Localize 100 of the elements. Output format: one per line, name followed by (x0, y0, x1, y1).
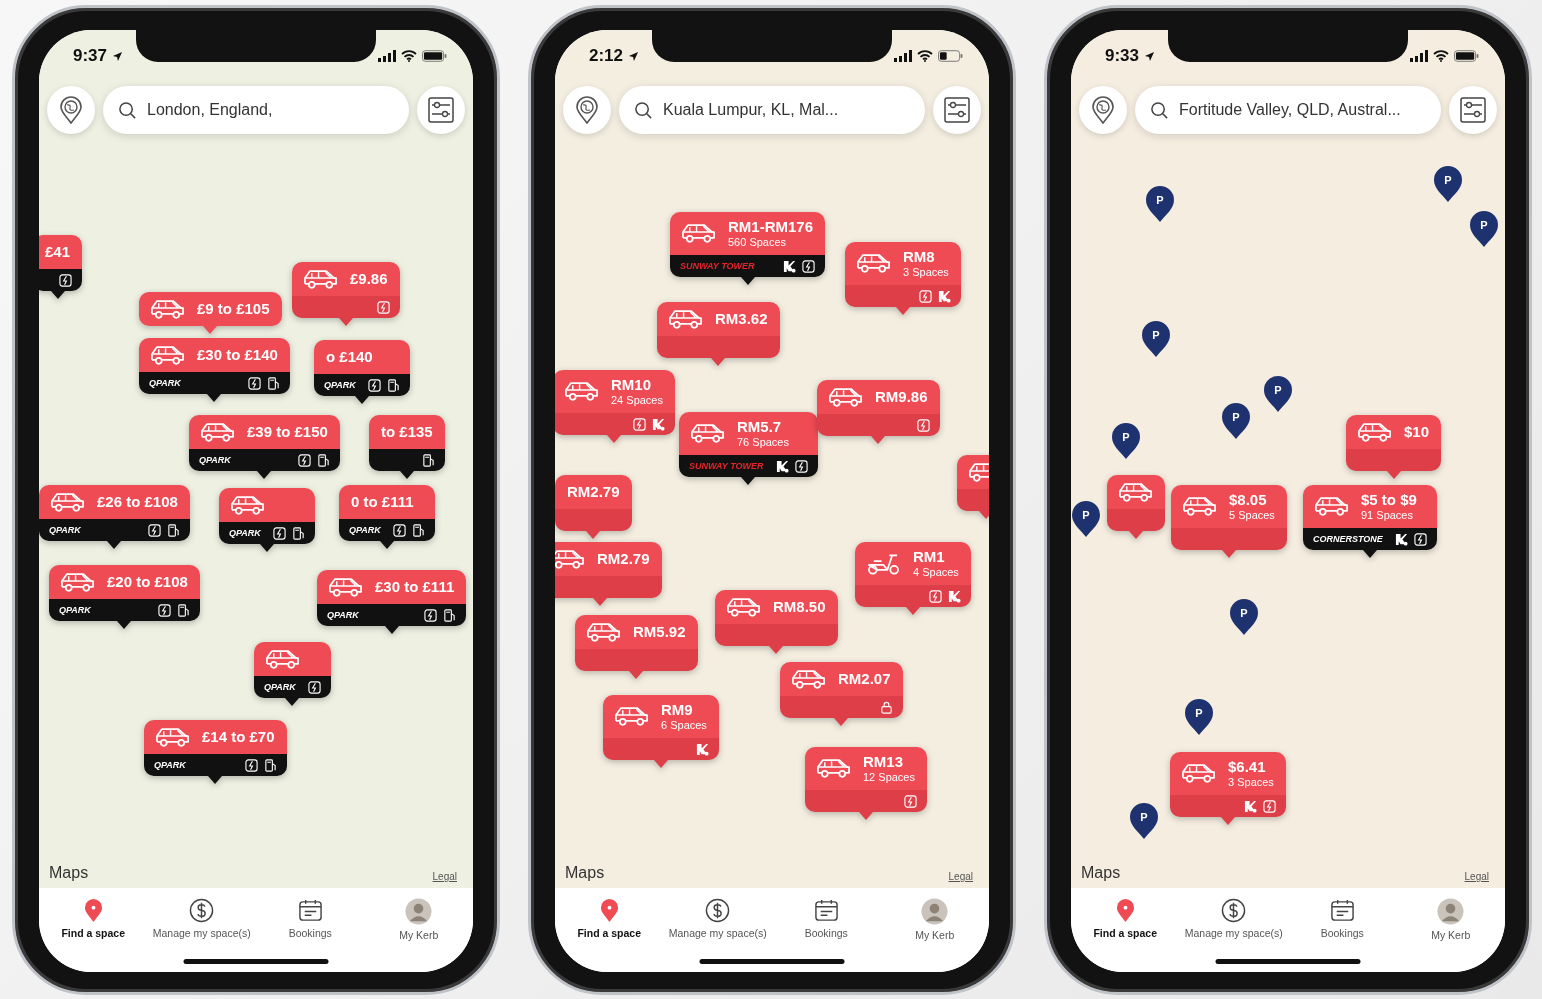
price-label: RM2.79 (567, 483, 620, 501)
kerb-logo-icon (783, 259, 797, 273)
fuel-pump-icon (386, 378, 400, 392)
map-pin-icon (599, 898, 619, 923)
parking-marker[interactable]: P (1433, 165, 1463, 203)
charging-icon (794, 459, 808, 473)
parking-marker[interactable]: P (1184, 698, 1214, 736)
kerb-logo-icon (1243, 799, 1257, 813)
maps-logo: Maps (1081, 864, 1121, 882)
pin-pointer (1221, 550, 1236, 558)
fuel-pump-icon (166, 523, 180, 537)
pin-pointer (711, 358, 726, 366)
charging-icon (392, 523, 406, 537)
tab-item[interactable]: Bookings (1288, 898, 1397, 939)
locate-button[interactable] (1079, 86, 1127, 134)
car-icon (555, 549, 585, 569)
parking-marker[interactable]: P (1141, 320, 1171, 358)
brand-logo: QPARK (327, 610, 359, 620)
price-label: RM3.62 (715, 310, 768, 328)
price-label: 0 to £111 (351, 493, 414, 511)
car-icon (829, 387, 863, 407)
parking-marker[interactable]: P (1221, 402, 1251, 440)
map-placeholder[interactable] (39, 30, 473, 888)
parking-marker[interactable]: P (1071, 500, 1101, 538)
pin-footer (1107, 509, 1165, 531)
filter-button[interactable] (933, 86, 981, 134)
filter-button[interactable] (417, 86, 465, 134)
pin-pointer (50, 291, 65, 299)
charging-icon (916, 418, 930, 432)
price-label: £26 to £108 (97, 493, 178, 511)
tab-item[interactable]: Find a space (1071, 898, 1180, 939)
tab-item[interactable]: Bookings (256, 898, 365, 939)
spaces-count: 5 Spaces (1229, 509, 1275, 522)
tab-item[interactable]: My Kerb (880, 898, 989, 941)
tab-item[interactable]: Manage my space(s) (147, 898, 256, 939)
charging-icon (297, 453, 311, 467)
price-label: RM10 (611, 376, 652, 394)
pin-pointer (1362, 550, 1377, 558)
tab-item[interactable]: Bookings (772, 898, 881, 939)
charging-icon (633, 417, 646, 431)
pin-pointer (384, 626, 399, 634)
brand-logo: QPARK (59, 605, 91, 615)
price-pin[interactable] (1107, 475, 1165, 539)
pin-pointer (741, 477, 756, 485)
calendar-icon (297, 898, 323, 923)
price-label: RM5.92 (633, 623, 686, 641)
map-placeholder[interactable] (555, 30, 989, 888)
tab-item[interactable]: My Kerb (364, 898, 473, 941)
parking-marker[interactable]: P (1145, 185, 1175, 223)
charging-icon (376, 300, 390, 314)
locate-button[interactable] (47, 86, 95, 134)
pin-pointer (1220, 817, 1235, 825)
price-label: o £140 (326, 348, 373, 366)
pin-pointer (871, 436, 886, 444)
pin-pointer (629, 671, 644, 679)
tab-item[interactable]: Find a space (555, 898, 664, 939)
signal-icon (378, 50, 396, 62)
parking-marker[interactable]: P (1129, 802, 1159, 840)
legal-link[interactable]: Legal (1464, 871, 1489, 882)
fuel-pump-icon (411, 523, 425, 537)
charging-icon (367, 378, 381, 392)
fuel-pump-icon (263, 758, 277, 772)
search-field[interactable]: Fortitude Valley, QLD, Austral... (1135, 86, 1441, 134)
tab-item[interactable]: Manage my space(s) (663, 898, 772, 939)
price-label: RM9 (661, 701, 694, 719)
spaces-count: 12 Spaces (863, 771, 915, 784)
charging-icon (272, 526, 286, 540)
maps-logo: Maps (49, 864, 89, 882)
price-label: £30 to £140 (197, 346, 278, 364)
parking-marker[interactable]: P (1469, 210, 1499, 248)
car-icon (266, 649, 300, 669)
tab-item[interactable]: Manage my space(s) (1179, 898, 1288, 939)
car-icon (1358, 422, 1392, 442)
filter-settings-icon (428, 97, 454, 123)
parking-marker[interactable]: P (1111, 422, 1141, 460)
car-icon (151, 299, 185, 319)
map-placeholder[interactable]: P P P P P P P P P P P $8.05 5 Spaces $10 $5 to $9 91 Spaces CORNERSTONE $6.41 3 Spaces 9:33 Fortitude Valley, QLD, Austral... Maps Legal (1071, 30, 1505, 888)
pin-pointer (259, 544, 274, 552)
tab-item[interactable]: My Kerb (1396, 898, 1505, 941)
scooter-icon (867, 552, 901, 575)
price-label: RM2.07 (838, 670, 891, 688)
legal-link[interactable]: Legal (432, 871, 457, 882)
car-icon (727, 597, 761, 617)
brand-logo: QPARK (349, 525, 381, 535)
filter-button[interactable] (1449, 86, 1497, 134)
location-pin-icon (59, 96, 83, 124)
filter-settings-icon (1460, 97, 1486, 123)
map-pin-icon (1115, 898, 1135, 923)
brand-logo: QPARK (49, 525, 81, 535)
parking-marker[interactable]: P (1229, 598, 1259, 636)
tab-item[interactable]: Find a space (39, 898, 148, 939)
search-field[interactable]: Kuala Lumpur, KL, Mal... (619, 86, 925, 134)
fuel-pump-icon (266, 376, 280, 390)
price-label: RM1-RM176 (728, 218, 814, 236)
car-icon (151, 345, 185, 365)
brand-logo: SUNWAY TOWER (680, 261, 755, 271)
parking-marker[interactable]: P (1263, 375, 1293, 413)
legal-link[interactable]: Legal (948, 871, 973, 882)
search-field[interactable]: London, England, (103, 86, 409, 134)
locate-button[interactable] (563, 86, 611, 134)
